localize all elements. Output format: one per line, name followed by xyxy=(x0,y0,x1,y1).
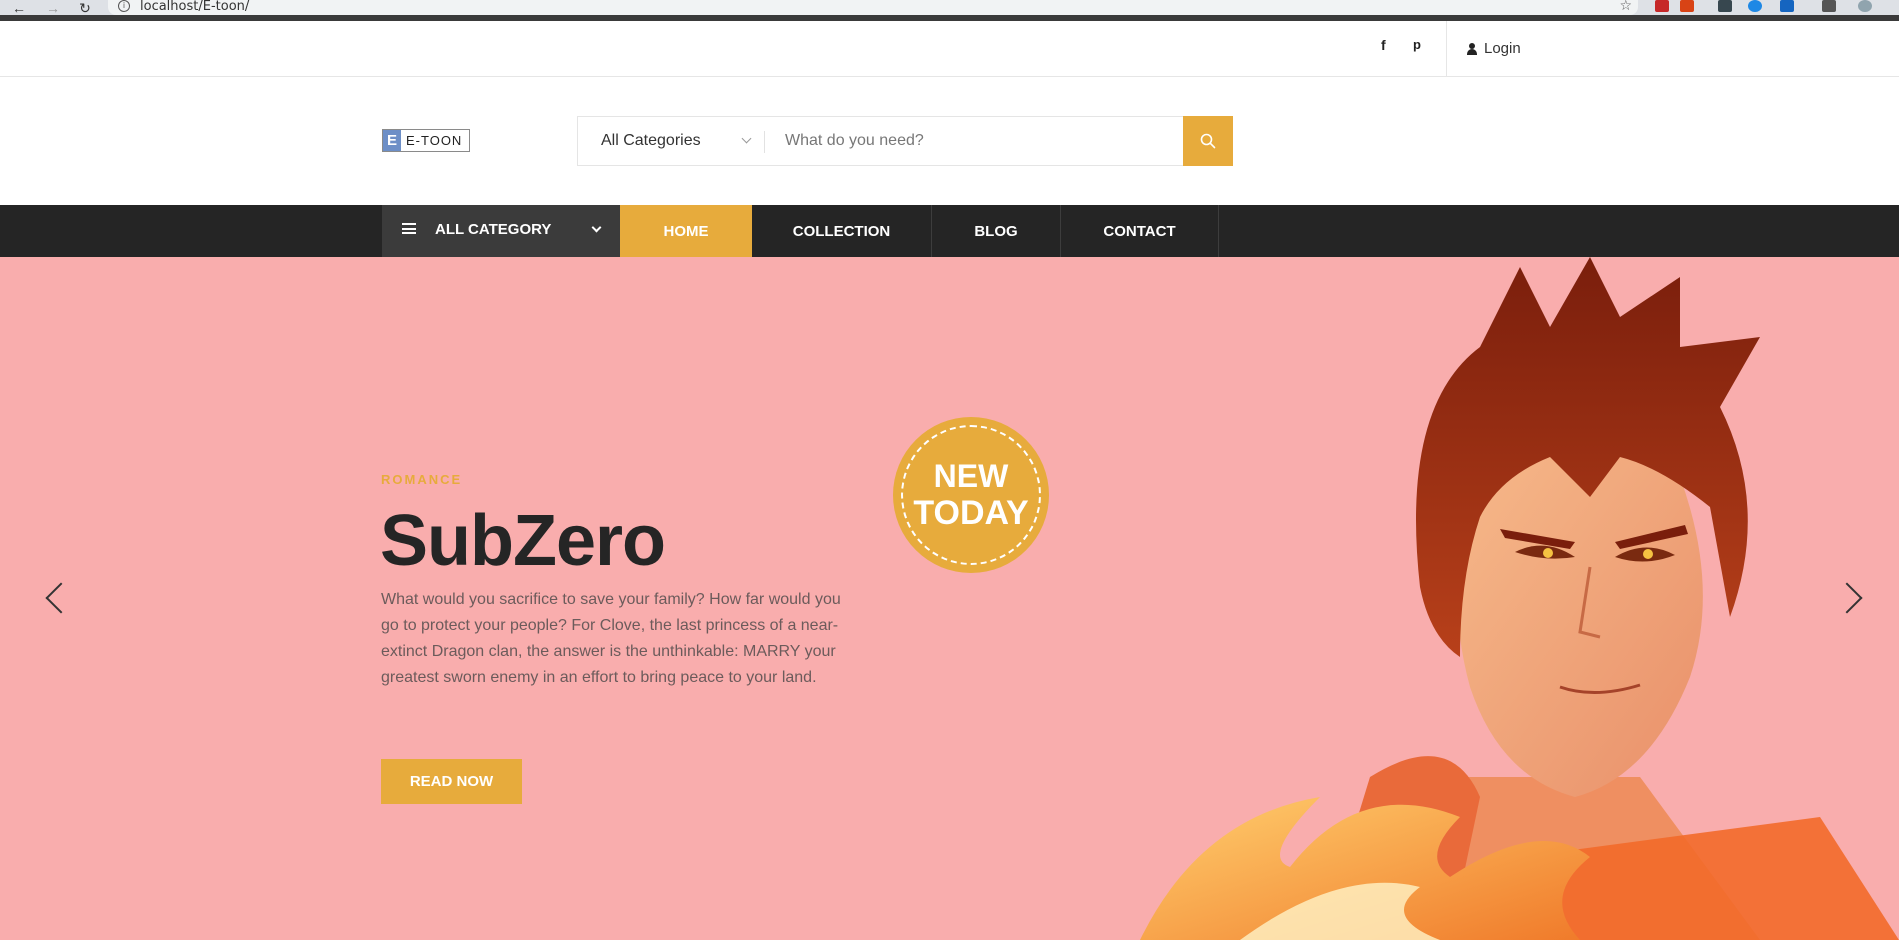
nav-contact[interactable]: CONTACT xyxy=(1061,205,1219,257)
menu-icon[interactable] xyxy=(1822,0,1836,12)
chevron-down-icon xyxy=(741,133,752,144)
logo-text: E-TOON xyxy=(406,133,463,148)
extension-icon[interactable] xyxy=(1748,0,1762,12)
main-nav: ALL CATEGORY HOME COLLECTION BLOG CONTAC… xyxy=(0,205,1899,257)
new-today-badge: NEW TODAY xyxy=(893,417,1049,573)
logo-mark: E xyxy=(383,130,401,151)
hero-title: SubZero xyxy=(380,501,666,581)
search-input[interactable] xyxy=(765,117,1160,165)
badge-line-1: NEW xyxy=(933,458,1009,494)
badge-inner: NEW TODAY xyxy=(901,425,1041,565)
back-icon[interactable]: ← xyxy=(10,0,28,16)
site-header: E E-TOON All Categories xyxy=(0,77,1899,205)
info-icon[interactable]: i xyxy=(118,0,130,12)
divider xyxy=(1446,21,1447,77)
all-category-dropdown[interactable]: ALL CATEGORY xyxy=(382,205,620,257)
extension-icon[interactable] xyxy=(1780,0,1794,12)
address-bar[interactable]: i localhost/E-toon/ ☆ xyxy=(108,0,1638,15)
nav-collection[interactable]: COLLECTION xyxy=(752,205,932,257)
hero-character-illustration xyxy=(1140,257,1899,940)
category-select-value: All Categories xyxy=(601,132,701,149)
profile-avatar[interactable] xyxy=(1858,0,1872,12)
hero-description: What would you sacrifice to save your fa… xyxy=(381,591,841,686)
hero-category[interactable]: ROMANCE xyxy=(381,472,462,487)
read-now-button[interactable]: READ NOW xyxy=(381,759,522,804)
all-category-label: ALL CATEGORY xyxy=(435,221,552,238)
pinterest-icon[interactable]: p xyxy=(1413,37,1421,52)
search-button[interactable] xyxy=(1183,116,1233,166)
user-icon xyxy=(1467,42,1477,55)
chevron-down-icon xyxy=(591,222,602,233)
search-icon xyxy=(1200,133,1216,149)
login-link[interactable]: Login xyxy=(1467,40,1521,57)
search-bar: All Categories xyxy=(577,116,1233,166)
bookmark-star-icon[interactable]: ☆ xyxy=(1619,0,1632,14)
nav-home[interactable]: HOME xyxy=(620,205,752,257)
slider-prev-arrow-icon[interactable] xyxy=(45,582,77,614)
forward-icon[interactable]: → xyxy=(44,0,62,16)
login-label: Login xyxy=(1484,40,1521,57)
hero-slider: ROMANCE SubZero What would you sacrifice… xyxy=(0,257,1899,940)
facebook-icon[interactable]: f xyxy=(1381,37,1386,53)
extension-icon[interactable] xyxy=(1680,0,1694,12)
nav-blog[interactable]: BLOG xyxy=(932,205,1061,257)
reload-icon[interactable]: ↻ xyxy=(76,0,94,16)
hamburger-icon xyxy=(402,223,416,234)
category-select[interactable]: All Categories xyxy=(578,117,764,165)
url-text[interactable]: localhost/E-toon/ xyxy=(140,0,249,14)
extension-icon[interactable] xyxy=(1718,0,1732,12)
top-bar: f p Login xyxy=(0,21,1899,77)
extension-icon[interactable] xyxy=(1655,0,1669,12)
site-logo[interactable]: E E-TOON xyxy=(382,129,470,152)
badge-line-2: TODAY xyxy=(913,494,1029,532)
